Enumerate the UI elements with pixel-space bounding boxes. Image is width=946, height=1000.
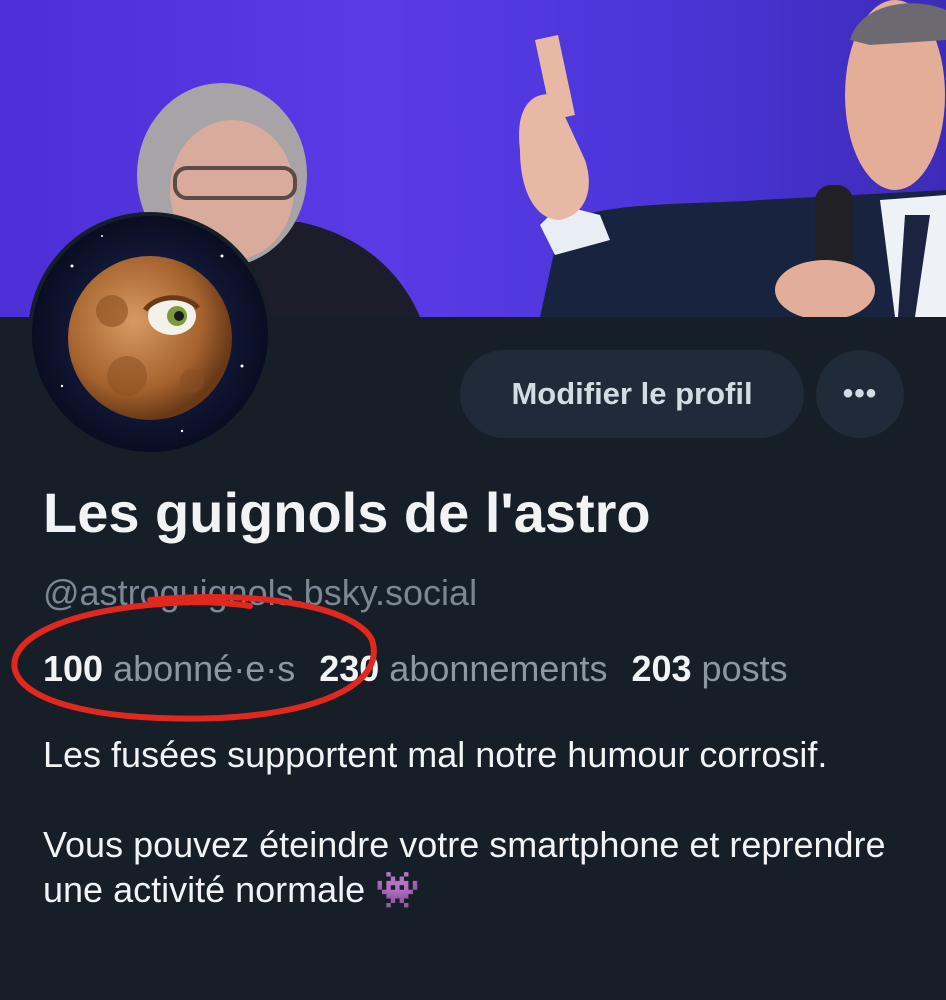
more-options-icon[interactable]: ••• [816, 350, 904, 438]
followers-label: abonné·e·s [113, 648, 296, 689]
followers-count: 100 [43, 648, 104, 689]
bio-paragraph: Vous pouvez éteindre votre smartphone et… [43, 824, 886, 910]
bio-paragraph: Les fusées supportent mal notre humour c… [43, 734, 828, 775]
posts-count: 203 [631, 648, 692, 689]
profile-bio: Les fusées supportent mal notre humour c… [43, 732, 923, 912]
posts-label: posts [701, 648, 788, 689]
moon-avatar-image [32, 216, 268, 452]
posts-stat: 203 posts [631, 648, 787, 690]
profile-handle: @astroguignols.bsky.social [43, 572, 478, 613]
following-stat[interactable]: 230 abonnements [319, 648, 607, 690]
display-name: Les guignols de l'astro [43, 481, 651, 544]
followers-stat[interactable]: 100 abonné·e·s [43, 648, 295, 690]
edit-profile-button[interactable]: Modifier le profil [460, 350, 804, 438]
profile-avatar[interactable] [28, 212, 272, 456]
profile-stats: 100 abonné·e·s 230 abonnements 203 posts [43, 648, 812, 690]
following-label: abonnements [389, 648, 608, 689]
following-count: 230 [319, 648, 380, 689]
